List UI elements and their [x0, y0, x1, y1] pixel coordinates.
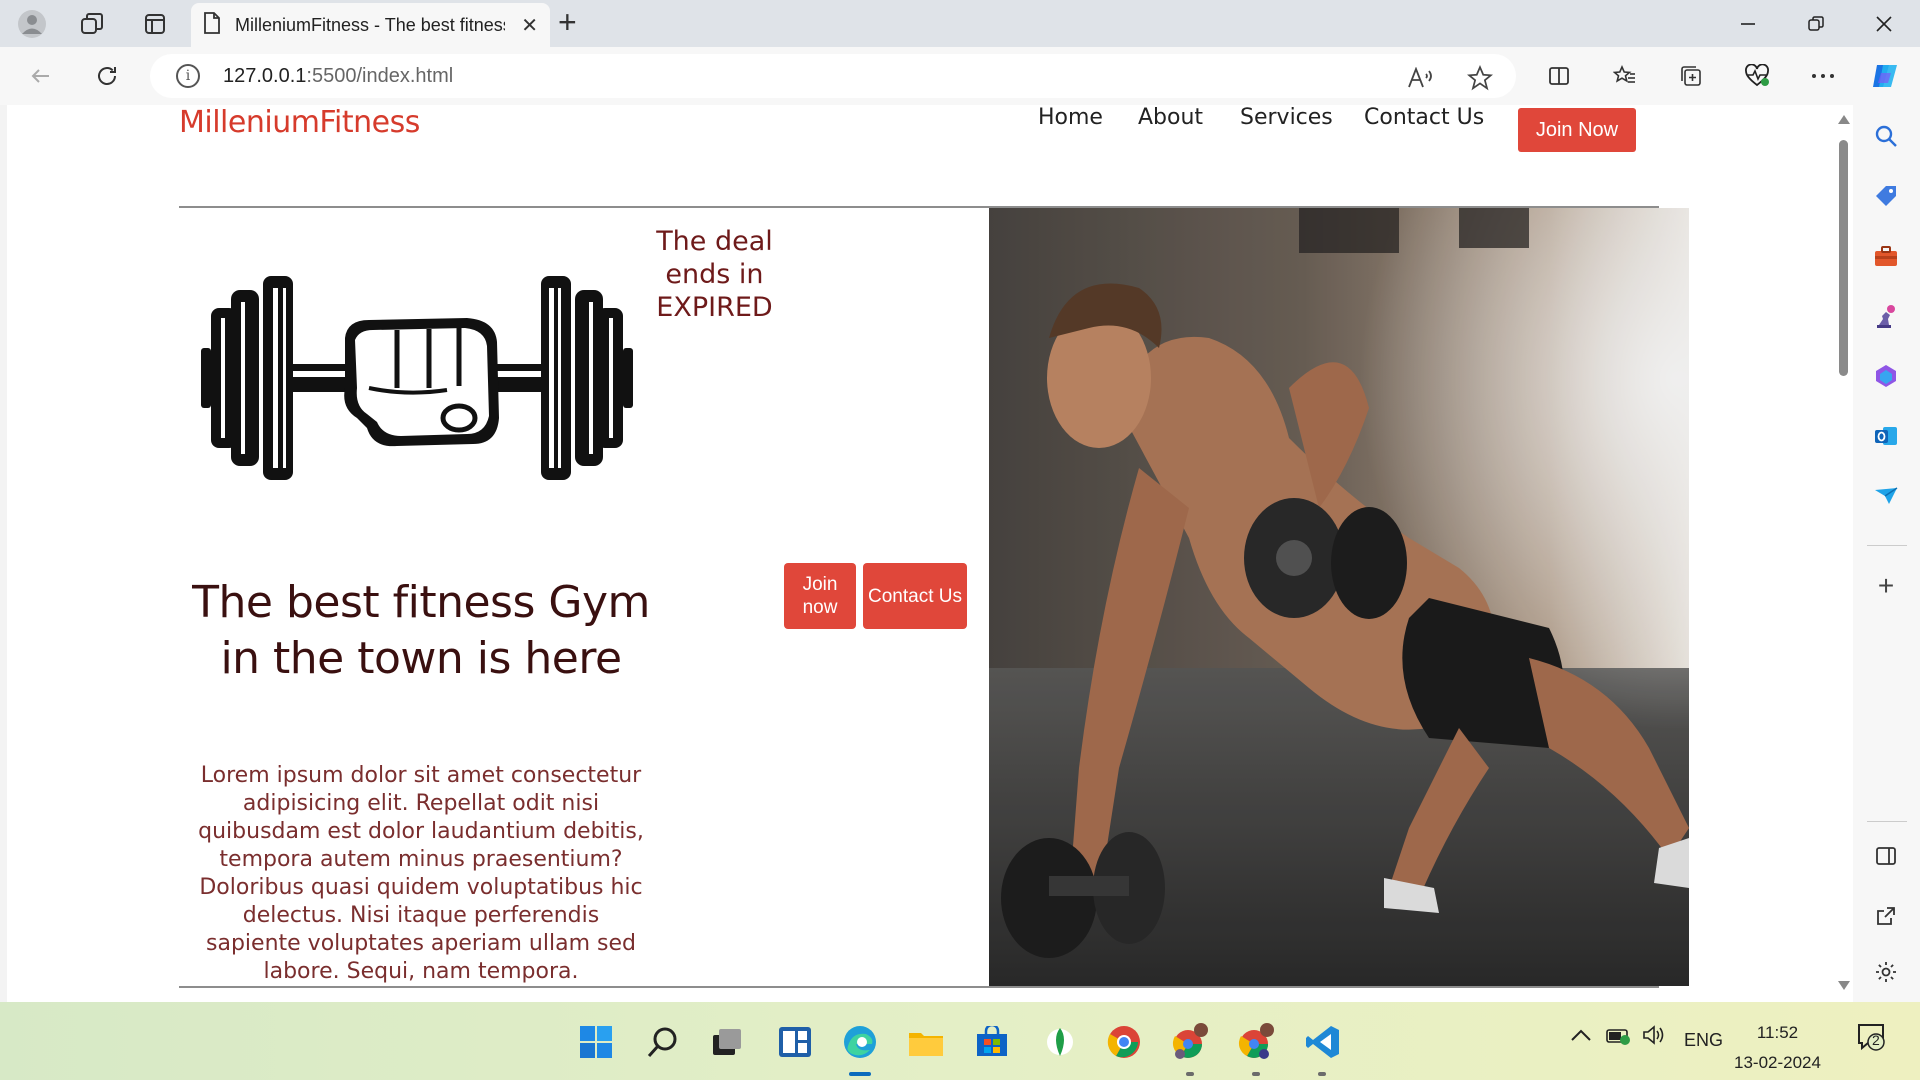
nav-about[interactable]: About [1138, 105, 1203, 130]
chrome-profile-2-icon[interactable] [1237, 1022, 1277, 1062]
chrome-icon[interactable] [1104, 1022, 1144, 1062]
chrome-profile-indicator [1186, 1072, 1194, 1076]
dumbbell-fist-image [201, 276, 633, 480]
hero-description: Lorem ipsum dolor sit amet consectetur a… [198, 763, 644, 984]
hero-athlete-image [989, 208, 1689, 986]
clock-date: 13-02-2024 [1734, 1053, 1821, 1072]
shopping-tag-icon[interactable] [1871, 181, 1901, 211]
address-bar[interactable]: i 127.0.0.1:5500/index.html [150, 54, 1516, 98]
url-text[interactable]: 127.0.0.1:5500/index.html [223, 65, 453, 88]
sidebar-search-icon[interactable] [1871, 121, 1901, 151]
favorite-star-icon[interactable] [1466, 64, 1494, 92]
favorites-icon[interactable] [1606, 57, 1644, 95]
tab-close-icon[interactable]: ✕ [521, 13, 538, 38]
scroll-thumb[interactable] [1839, 140, 1848, 376]
new-tab-icon[interactable]: + [558, 4, 577, 41]
scroll-up-arrow-icon[interactable] [1838, 115, 1850, 124]
drop-send-icon[interactable] [1871, 481, 1901, 511]
browser-toolbar: i 127.0.0.1:5500/index.html [0, 47, 1920, 105]
restore-icon[interactable] [1782, 0, 1850, 47]
hide-sidebar-icon[interactable] [1871, 841, 1901, 871]
site-logo[interactable]: MilleniumFitness [179, 105, 420, 140]
volume-icon[interactable] [1642, 1024, 1666, 1051]
task-view-icon[interactable] [707, 1022, 747, 1062]
notification-count: 2 [1872, 1032, 1880, 1048]
active-tab[interactable]: MilleniumFitness - The best fitness Gym … [191, 3, 550, 47]
vscode-icon[interactable] [1303, 1022, 1343, 1062]
microsoft-store-icon[interactable] [972, 1022, 1012, 1062]
sidebar-divider-bottom [1867, 821, 1907, 822]
edge-icon[interactable] [840, 1022, 880, 1062]
split-screen-icon[interactable] [1540, 57, 1578, 95]
vertical-tabs-icon[interactable] [137, 6, 173, 42]
notification-icon[interactable]: 2 [1856, 1022, 1886, 1052]
games-chess-icon[interactable] [1871, 301, 1901, 331]
open-external-icon[interactable] [1871, 901, 1901, 931]
search-icon[interactable] [643, 1022, 683, 1062]
windows-taskbar: ENG 11:52 13-02-2024 2 [0, 1002, 1920, 1080]
minimize-icon[interactable] [1714, 0, 1782, 47]
edge-sidebar: + [1853, 105, 1920, 1002]
browser-essentials-icon[interactable] [1738, 57, 1776, 95]
tools-briefcase-icon[interactable] [1871, 241, 1901, 271]
edge-active-indicator [849, 1072, 871, 1076]
battery-charging-icon[interactable] [1606, 1026, 1632, 1051]
chrome-profile-2-indicator [1252, 1072, 1260, 1076]
page-viewport: MilleniumFitness Home About Services Con… [7, 105, 1853, 1002]
vscode-indicator [1318, 1072, 1326, 1076]
divider-bottom [179, 986, 1659, 988]
tab-title: MilleniumFitness - The best fitness Gym … [235, 14, 505, 35]
page-icon [203, 11, 221, 39]
system-clock[interactable]: 11:52 13-02-2024 [1734, 1018, 1821, 1078]
page-scrollbar[interactable] [1834, 105, 1853, 1002]
read-aloud-icon[interactable] [1406, 64, 1434, 92]
close-icon[interactable] [1850, 0, 1918, 47]
nav-services[interactable]: Services [1240, 105, 1333, 130]
microsoft-365-icon[interactable] [1871, 361, 1901, 391]
more-options-icon[interactable] [1804, 57, 1842, 95]
join-now-hero-button[interactable]: Join now [784, 563, 856, 629]
language-indicator[interactable]: ENG [1684, 1030, 1723, 1051]
nav-contact-us[interactable]: Contact Us [1364, 105, 1484, 130]
windows-start-icon[interactable] [576, 1022, 616, 1062]
back-icon[interactable] [22, 57, 60, 95]
copilot-icon[interactable] [1866, 57, 1904, 95]
clock-time: 11:52 [1756, 1023, 1799, 1042]
sidebar-divider [1867, 545, 1907, 546]
join-now-button[interactable]: Join Now [1518, 108, 1636, 152]
workspaces-icon[interactable] [74, 6, 110, 42]
browser-tab-bar: MilleniumFitness - The best fitness Gym … [0, 0, 1920, 47]
refresh-icon[interactable] [88, 57, 126, 95]
hero-headline: The best fitness Gym in the town is here [192, 577, 650, 684]
site-info-icon[interactable]: i [176, 64, 200, 88]
contact-us-hero-button[interactable]: Contact Us [863, 563, 967, 629]
outlook-icon[interactable] [1871, 421, 1901, 451]
file-explorer-icon[interactable] [906, 1022, 946, 1062]
tray-overflow-icon[interactable] [1570, 1026, 1592, 1047]
nav-home[interactable]: Home [1038, 105, 1103, 130]
settings-gear-icon[interactable] [1871, 957, 1901, 987]
profile-icon[interactable] [14, 6, 50, 42]
scroll-down-arrow-icon[interactable] [1838, 981, 1850, 990]
collections-icon[interactable] [1672, 57, 1710, 95]
add-sidebar-app-icon[interactable]: + [1871, 570, 1901, 601]
widgets-icon[interactable] [775, 1022, 815, 1062]
mongodb-compass-icon[interactable] [1040, 1022, 1080, 1062]
chrome-profile-icon[interactable] [1171, 1022, 1211, 1062]
deal-countdown: The deal ends in EXPIRED [656, 226, 773, 323]
